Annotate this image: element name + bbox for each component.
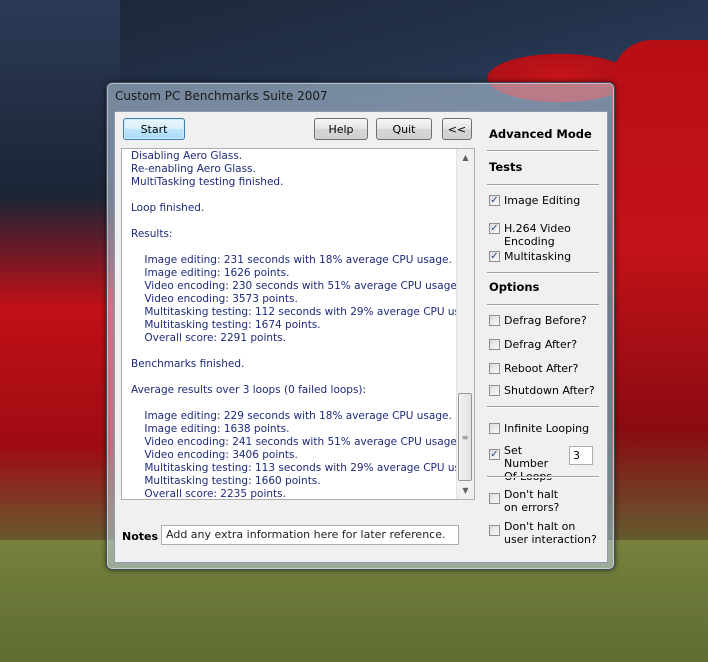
start-button[interactable]: Start [123, 118, 185, 140]
window-title: Custom PC Benchmarks Suite 2007 [115, 89, 328, 103]
quit-button[interactable]: Quit [376, 118, 432, 140]
help-button[interactable]: Help [314, 118, 368, 140]
tests-heading: Tests [489, 160, 523, 174]
option-reboot-after[interactable]: Reboot After? [489, 362, 578, 375]
test-label: Image Editing [504, 194, 581, 207]
checkbox-unchecked-icon[interactable] [489, 493, 500, 504]
option-label: Defrag Before? [504, 314, 587, 327]
separator [487, 184, 599, 186]
checkbox-unchecked-icon[interactable] [489, 385, 500, 396]
separator [487, 272, 599, 274]
loops-count-input[interactable]: 3 [569, 446, 593, 465]
option-defrag-before[interactable]: Defrag Before? [489, 314, 587, 327]
background-car-left [0, 0, 120, 560]
checkbox-unchecked-icon[interactable] [489, 525, 500, 536]
advanced-mode-heading: Advanced Mode [489, 127, 592, 141]
checkbox-checked-icon[interactable]: ✓ [489, 195, 500, 206]
test-image-editing[interactable]: ✓ Image Editing [489, 194, 580, 207]
collapse-button[interactable]: << [442, 118, 472, 140]
scroll-up-arrow-icon[interactable]: ▲ [457, 149, 474, 166]
checkbox-unchecked-icon[interactable] [489, 315, 500, 326]
option-label: Don't halt on errors? [504, 488, 560, 514]
checkbox-checked-icon[interactable]: ✓ [489, 223, 500, 234]
advanced-panel: Advanced Mode Tests ✓ Image Editing ✓ H.… [481, 112, 607, 562]
option-label: Infinite Looping [504, 422, 590, 435]
option-label: Reboot After? [504, 362, 579, 375]
separator [487, 150, 599, 152]
checkbox-unchecked-icon[interactable] [489, 363, 500, 374]
option-infinite-looping[interactable]: Infinite Looping [489, 422, 589, 435]
options-heading: Options [489, 280, 540, 294]
test-h264-video-encoding[interactable]: ✓ H.264 Video Encoding [489, 222, 607, 248]
notes-label: Notes [122, 530, 159, 543]
checkbox-checked-icon[interactable]: ✓ [489, 449, 500, 460]
test-multitasking[interactable]: ✓ Multitasking [489, 250, 571, 263]
background-car-right [612, 40, 708, 560]
checkbox-checked-icon[interactable]: ✓ [489, 251, 500, 262]
test-label: H.264 Video Encoding [504, 222, 571, 248]
log-scrollbar[interactable]: ▲ ≡ ▼ [456, 149, 474, 499]
results-log[interactable]: Disabling Aero Glass. Re-enabling Aero G… [121, 148, 475, 500]
scroll-down-arrow-icon[interactable]: ▼ [457, 482, 474, 499]
separator [487, 304, 599, 306]
option-dont-halt-errors[interactable]: Don't halt on errors? [489, 488, 569, 514]
option-defrag-after[interactable]: Defrag After? [489, 338, 577, 351]
separator [487, 476, 599, 478]
option-label: Don't halt on user interaction? [504, 520, 597, 546]
checkbox-unchecked-icon[interactable] [489, 339, 500, 350]
option-dont-halt-interaction[interactable]: Don't halt on user interaction? [489, 520, 601, 546]
separator [487, 406, 599, 408]
option-label: Shutdown After? [504, 384, 595, 397]
scroll-thumb[interactable]: ≡ [458, 393, 472, 481]
notes-input[interactable]: Add any extra information here for later… [161, 525, 459, 545]
window-client-area: Start Help Quit << Disabling Aero Glass.… [114, 111, 608, 563]
test-label: Multitasking [504, 250, 572, 263]
checkbox-unchecked-icon[interactable] [489, 423, 500, 434]
results-log-text: Disabling Aero Glass. Re-enabling Aero G… [131, 150, 474, 500]
option-shutdown-after[interactable]: Shutdown After? [489, 384, 595, 397]
app-window: Custom PC Benchmarks Suite 2007 Start He… [106, 82, 615, 570]
option-label: Defrag After? [504, 338, 578, 351]
